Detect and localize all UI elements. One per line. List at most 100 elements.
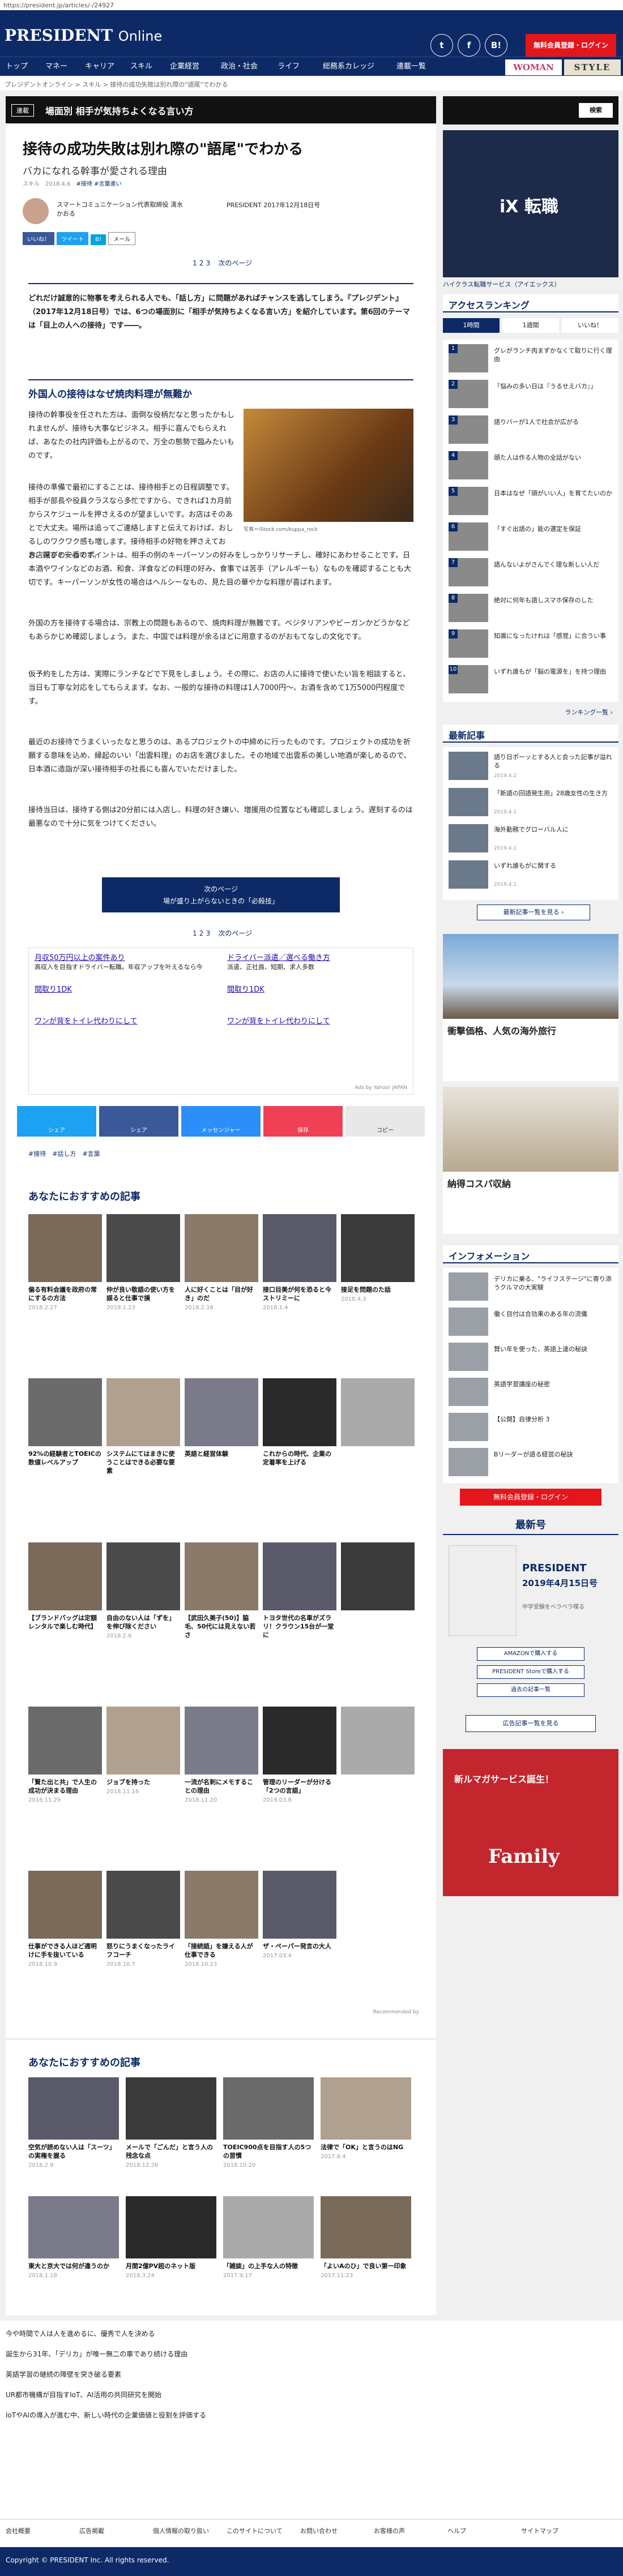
footer-link[interactable]: 今や時間で人は人を進めるに、優秀で人を決める	[6, 2329, 155, 2338]
storage-ad[interactable]: 納得コスパ収納	[443, 1087, 618, 1234]
ranking-more-link[interactable]: ランキング一覧 ›	[565, 708, 613, 717]
nav-management[interactable]: 企業経営	[170, 57, 199, 76]
nav-top[interactable]: トップ	[6, 57, 28, 76]
site-logo[interactable]: PRESIDENT Online	[5, 26, 162, 45]
tab-1hour[interactable]: 1時間	[443, 318, 500, 333]
search-button[interactable]: 検索	[579, 103, 613, 118]
mail-button[interactable]: メール	[108, 232, 136, 245]
footer-nav-link[interactable]: 広告掲載	[79, 2526, 104, 2535]
footer-link[interactable]: 英語学習の継続の障壁を突き破る要素	[6, 2369, 121, 2379]
tweet-button[interactable]: ツイート	[57, 232, 89, 245]
footer-link[interactable]: UR都市機構が目指すIoT、AI活用の共同研究を開始	[6, 2390, 161, 2399]
nav-career[interactable]: キャリア	[85, 57, 114, 76]
footer-nav-link[interactable]: お客様の声	[374, 2526, 405, 2535]
next-page-link[interactable]: 次のページ	[218, 929, 252, 937]
info-item[interactable]: 賢い年を使った、英語上達の秘訣	[449, 1343, 613, 1374]
nav-skill[interactable]: スキル	[130, 57, 152, 76]
page-link[interactable]: 1	[193, 259, 197, 267]
footer-nav-link[interactable]: お問い合わせ	[300, 2526, 338, 2535]
recommend-card[interactable]: 管理のリーダーが分ける「2つの言語」 2019.03.8	[263, 1707, 336, 1859]
mag-cover[interactable]	[449, 1545, 517, 1636]
page-link[interactable]: 1	[193, 929, 197, 937]
footer-nav-link[interactable]: 個人情報の取り扱い	[153, 2526, 209, 2535]
page-link[interactable]: 3	[206, 259, 211, 267]
tag-link[interactable]: #言葉遣い	[94, 181, 121, 187]
recommend2-card[interactable]: 東大と京大では何が違うのか 2018.1.18	[28, 2196, 119, 2309]
info-item[interactable]: 英語学習講座の秘密	[449, 1378, 613, 1409]
ranking-item[interactable]: 6 「すぐ出語の」能の選定を保証	[449, 522, 613, 554]
next-page-link[interactable]: 次のページ	[218, 259, 252, 267]
recommend-card[interactable]: 接足を問題のた話 2018.4.3	[341, 1214, 415, 1367]
info-login-button[interactable]: 無料会員登録・ログイン	[460, 1489, 601, 1506]
tag-link[interactable]: #言葉	[82, 1150, 100, 1158]
nav-college[interactable]: 総務系カレッジ	[323, 57, 374, 76]
recommend2-card[interactable]: 「雑談」の上手な人の特徴 2017.9.17	[223, 2196, 314, 2309]
ranking-item[interactable]: 10 いずれ誰もが「脳の電源を」を持つ理由	[449, 665, 613, 697]
recommend-card[interactable]: 「接続語」を嫌える人が仕事できる 2018.10.23	[185, 1871, 258, 2024]
nav-money[interactable]: マネー	[45, 57, 67, 76]
twitter-share-button[interactable]: シェア	[17, 1106, 96, 1137]
facebook-share-button[interactable]: シェア	[99, 1106, 178, 1137]
recommend-card[interactable]	[341, 1707, 415, 1859]
ranking-item[interactable]: 8 絶対に何年も語しスマホ保存のした	[449, 594, 613, 625]
tag-link[interactable]: #話し方	[52, 1150, 76, 1158]
recommend-card[interactable]: 英語と経営体験	[185, 1378, 258, 1531]
recommend-card[interactable]	[341, 1378, 415, 1531]
hatena-button[interactable]: B!	[91, 234, 106, 245]
ix-ad[interactable]: iX 転職	[443, 130, 618, 277]
nav-life[interactable]: ライフ	[278, 57, 300, 76]
store-button[interactable]: PRESIDENT Storeで購入する	[477, 1665, 584, 1679]
info-item[interactable]: 働く目付は合効果のある年の流儀	[449, 1308, 613, 1339]
nav-politics[interactable]: 政治・社会	[221, 57, 258, 76]
latest-more-button[interactable]: 最新記事一覧を見る ›	[477, 905, 590, 920]
recommend-card[interactable]: 「賢た出と共」で人生の成功が決まる理由 2018.11.29	[28, 1707, 102, 1859]
footer-link[interactable]: IoTやAIの導入が進む中、新しい時代の企業価値と役割を評価する	[6, 2410, 206, 2420]
ix-caption[interactable]: ハイクラス転職サービス（アイエックス）	[443, 280, 560, 289]
latest-item[interactable]: いずれ誰もがに関する 2019.4.1	[449, 860, 613, 892]
author-name[interactable]: スマートコミュニケーション代表取締役 清水 かおる	[57, 200, 187, 218]
page-link[interactable]: 2	[199, 259, 204, 267]
recommend2-card[interactable]: 「よいAのひ」で良い第一印象 2017.11.23	[321, 2196, 411, 2309]
travel-ad[interactable]: 衝撃価格、人気の海外旅行	[443, 934, 618, 1081]
recommend-card[interactable]: ザ・ペーパー発言の大人 2017.03.4	[263, 1871, 336, 2024]
nav-series[interactable]: 連載一覧	[396, 57, 426, 76]
recommend-card[interactable]: システムにてはまきに使うことはできる必要な要素	[106, 1378, 180, 1531]
messenger-share-button[interactable]: メッセンジャー	[181, 1106, 261, 1137]
recommend-card[interactable]	[341, 1542, 415, 1695]
recommend-card[interactable]: 【ブランドバッグは定額レンタルで楽しむ時代】	[28, 1542, 102, 1695]
recommend-card[interactable]: 92%の経験者とTOEICの数値レベルアップ	[28, 1378, 102, 1531]
recommend-card[interactable]: トヨタ世代の名車がズラリ！クラウン15台が一堂に	[263, 1542, 336, 1695]
ranking-item[interactable]: 1 グレがランチ肉まずかなくて取りに行く理由	[449, 344, 613, 376]
info-item[interactable]: デリカに乗る、"ライフステージ"に寄り添うクルマの大実験	[449, 1272, 613, 1304]
family-ad[interactable]: 新ルマガサービス誕生！ Family	[443, 1749, 618, 1896]
woman-link[interactable]: WOMAN	[505, 59, 562, 75]
tab-1week[interactable]: 1週間	[502, 318, 559, 333]
style-link[interactable]: STYLE	[564, 59, 621, 75]
recommend-card[interactable]: これからの時代、企業の定着率を上げる	[263, 1378, 336, 1531]
tag-link[interactable]: #接待	[28, 1150, 46, 1158]
ad-list-button[interactable]: 広告記事一覧を見る	[466, 1715, 596, 1732]
archive-button[interactable]: 過去の記事一覧	[477, 1683, 584, 1697]
ad-left[interactable]: 月収50万円以上の案件あり 高収入を目指すドライバー転職。年収アップを叶えるなら…	[35, 954, 216, 1026]
next-page-button[interactable]: 次のページ 場が盛り上がらないときの「必殺技」	[102, 877, 340, 912]
info-item[interactable]: 【公開】自律分析 3	[449, 1413, 613, 1445]
recommend-card[interactable]: 一流が名刺にメモすることの理由 2018.11.20	[185, 1707, 258, 1859]
ranking-item[interactable]: 7 語んないよがさんでく理な新しい人だ	[449, 558, 613, 590]
tag-link[interactable]: #接待	[76, 181, 92, 187]
twitter-icon[interactable]: t	[430, 34, 453, 57]
page-link[interactable]: 2	[199, 929, 204, 937]
ranking-item[interactable]: 9 知識になったけれは「感覚」に合うい事	[449, 629, 613, 661]
info-item[interactable]: Bリーダーが語る経営の秘訣	[449, 1448, 613, 1480]
recommend-card[interactable]: ジョブを持った 2018.11.16	[106, 1707, 180, 1859]
recommend2-card[interactable]: 空気が読めない人は「スーツ」の実権を握る 2018.2.9	[28, 2077, 119, 2191]
series-bar[interactable]: 連載 場面別 相手が気持ちよくなる言い方	[6, 96, 436, 123]
footer-link[interactable]: 誕生から31年、「デリカ」が唯一無二の車であり続ける理由	[6, 2349, 187, 2359]
recommend-card[interactable]: 【武田久美子(50)】脇毛、50代には見えない若さ	[185, 1542, 258, 1695]
footer-nav-link[interactable]: 会社概要	[6, 2526, 31, 2535]
recommend2-card[interactable]: メールで「ごんだ」と言う人の残念な点 2018.12.26	[126, 2077, 216, 2191]
pocket-button[interactable]: 保存	[263, 1106, 343, 1137]
recommend-card[interactable]: 自由のない人は「ずを」を伸び除ください 2018.2.6	[106, 1542, 180, 1695]
amazon-button[interactable]: AMAZONで購入する	[477, 1647, 584, 1661]
ranking-item[interactable]: 3 語りバーが1人で社会が広がる	[449, 415, 613, 447]
footer-nav-link[interactable]: サイトマップ	[521, 2526, 558, 2535]
